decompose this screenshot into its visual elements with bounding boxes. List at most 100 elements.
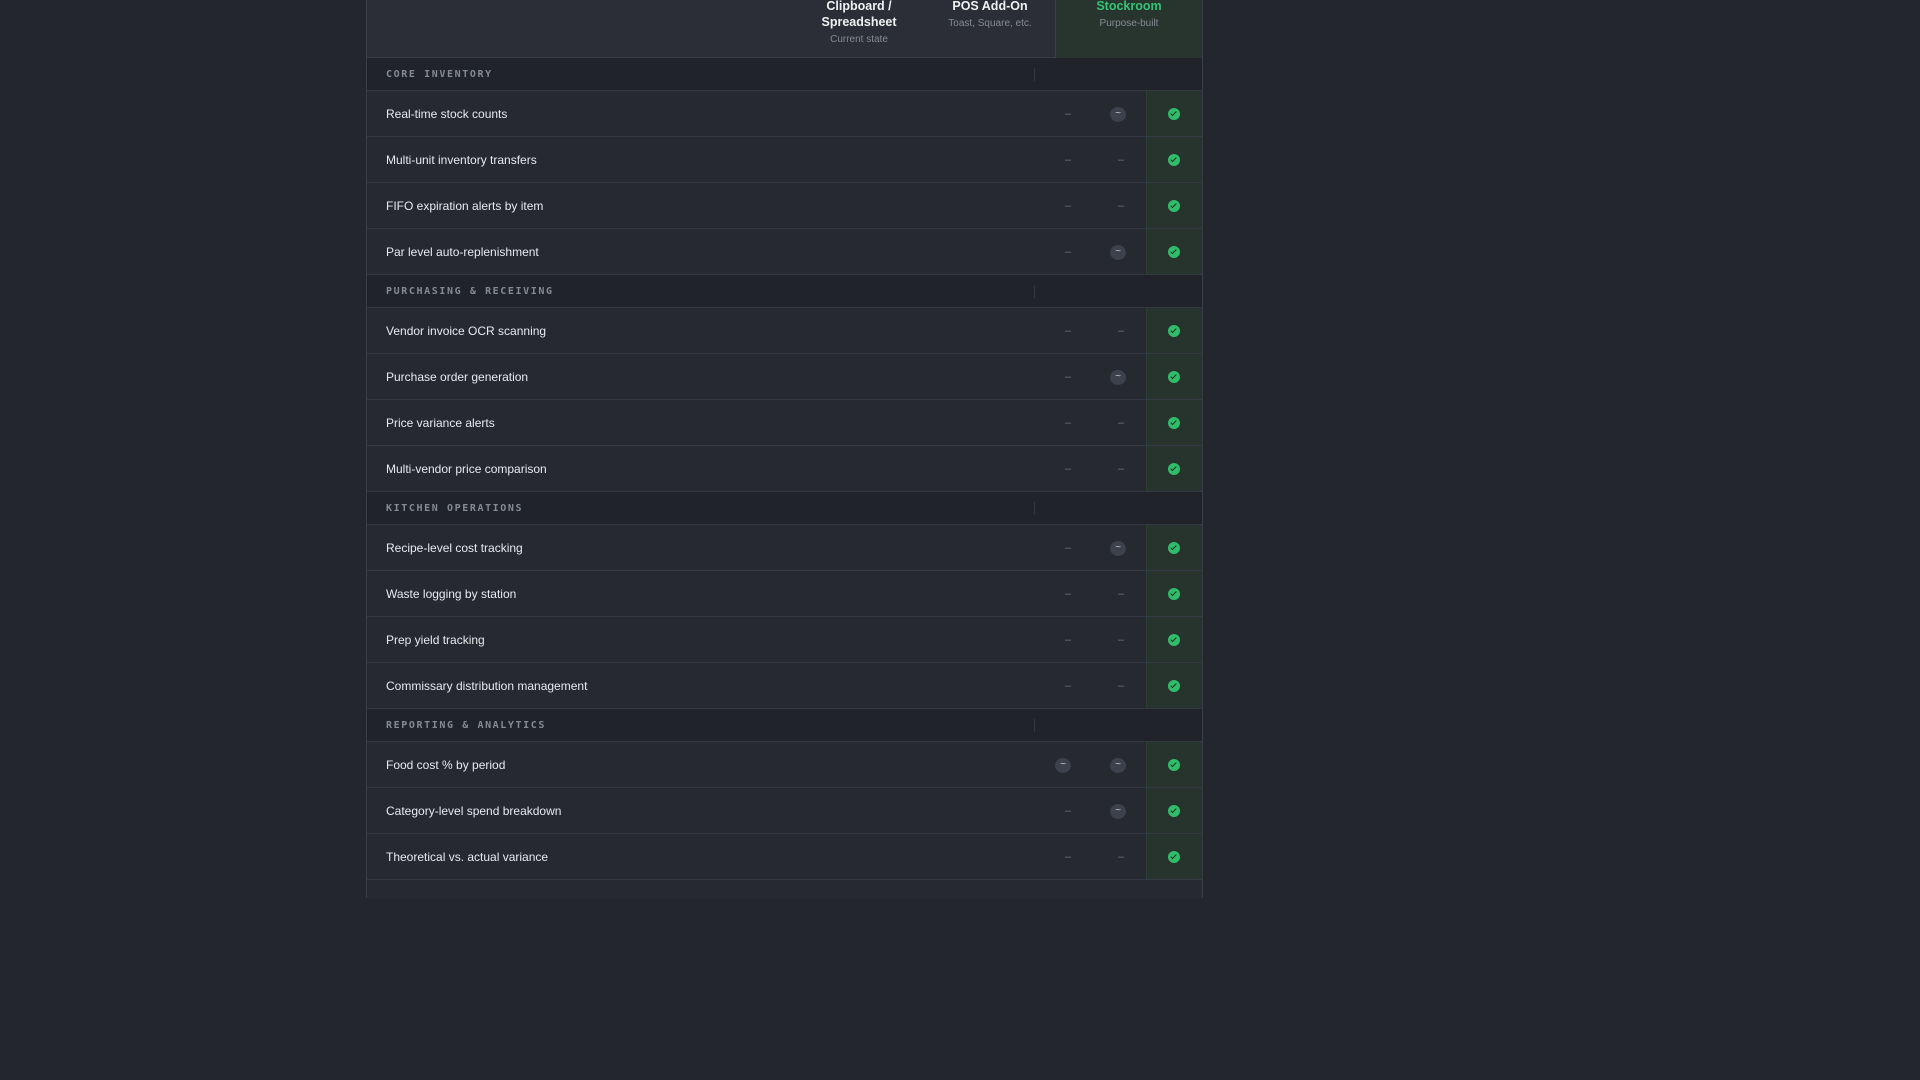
column-header-stockroom: Stockroom Purpose-built — [1055, 0, 1202, 58]
section-header: KITCHEN OPERATIONS — [367, 492, 1202, 525]
stockroom-cell — [1146, 446, 1202, 491]
stockroom-cell — [1146, 137, 1202, 182]
clipboard-none-icon: – — [1065, 154, 1072, 166]
feature-label: Food cost % by period — [386, 758, 506, 772]
column-header-pos: POS Add-On Toast, Square, etc. — [935, 0, 1045, 30]
check-icon — [1168, 200, 1180, 212]
feature-label: Price variance alerts — [386, 416, 495, 430]
clipboard-none-icon: – — [1065, 200, 1072, 212]
pos-partial-icon: ~ — [1110, 804, 1126, 819]
section-header: REPORTING & ANALYTICS — [367, 709, 1202, 742]
clipboard-partial-icon: ~ — [1055, 758, 1071, 773]
pos-none-icon: – — [1118, 851, 1125, 863]
table-header: Clipboard / Spreadsheet Current state PO… — [367, 0, 1202, 58]
stockroom-cell — [1146, 834, 1202, 879]
pos-partial-icon: ~ — [1110, 370, 1126, 385]
section-divider — [1034, 502, 1035, 515]
clipboard-none-icon: – — [1065, 325, 1072, 337]
feature-label: Multi-vendor price comparison — [386, 462, 547, 476]
pos-partial-icon: ~ — [1110, 107, 1126, 122]
column-subtitle: Toast, Square, etc. — [948, 18, 1032, 29]
table-body: CORE INVENTORY Real-time stock counts – ~ Mu… — [367, 58, 1202, 880]
pos-none-icon: – — [1118, 417, 1125, 429]
pos-none-icon: – — [1118, 154, 1125, 166]
section-title: REPORTING & ANALYTICS — [386, 720, 547, 731]
pos-partial-icon: ~ — [1110, 245, 1126, 260]
check-icon — [1168, 325, 1180, 337]
clipboard-none-icon: – — [1065, 851, 1072, 863]
column-subtitle: Purpose-built — [1099, 18, 1159, 29]
clipboard-none-icon: – — [1065, 805, 1072, 817]
column-title: POS Add-On — [952, 0, 1028, 13]
stockroom-cell — [1146, 229, 1202, 274]
pos-none-icon: – — [1118, 325, 1125, 337]
column-title: Stockroom — [1096, 0, 1162, 13]
feature-label: Commissary distribution management — [386, 679, 588, 693]
check-icon — [1168, 371, 1180, 383]
table-row: Multi-vendor price comparison – – — [367, 446, 1202, 492]
table-row: Waste logging by station – – — [367, 571, 1202, 617]
table-row: Commissary distribution management – – — [367, 663, 1202, 709]
feature-label: Purchase order generation — [386, 370, 529, 384]
feature-label: Vendor invoice OCR scanning — [386, 324, 547, 338]
clipboard-none-icon: – — [1065, 246, 1072, 258]
stockroom-column-cell — [1146, 58, 1201, 90]
check-icon — [1168, 680, 1180, 692]
pos-none-icon: – — [1118, 200, 1125, 212]
feature-label: Category-level spend breakdown — [386, 804, 562, 818]
check-icon — [1168, 634, 1180, 646]
table-row: Category-level spend breakdown – ~ — [367, 788, 1202, 834]
section-header: CORE INVENTORY — [367, 58, 1202, 91]
column-header-clipboard: Clipboard / Spreadsheet Current state — [804, 0, 914, 46]
table-row: Price variance alerts – – — [367, 400, 1202, 446]
stockroom-cell — [1146, 742, 1202, 787]
stockroom-cell — [1146, 183, 1202, 228]
table-row: Purchase order generation – ~ — [367, 354, 1202, 400]
table-row: FIFO expiration alerts by item – – — [367, 183, 1202, 229]
table-row: Recipe-level cost tracking – ~ — [367, 525, 1202, 571]
section-title: KITCHEN OPERATIONS — [386, 503, 524, 514]
stockroom-column-cell — [1146, 275, 1201, 307]
section-header: PURCHASING & RECEIVING — [367, 275, 1202, 308]
feature-label: Multi-unit inventory transfers — [386, 153, 537, 167]
feature-label: Recipe-level cost tracking — [386, 541, 523, 555]
pos-none-icon: – — [1118, 588, 1125, 600]
comparison-table: Clipboard / Spreadsheet Current state PO… — [366, 0, 1203, 898]
feature-label: Prep yield tracking — [386, 633, 485, 647]
check-icon — [1168, 805, 1180, 817]
pos-none-icon: – — [1118, 463, 1125, 475]
check-icon — [1168, 759, 1180, 771]
check-icon — [1168, 246, 1180, 258]
pos-none-icon: – — [1118, 634, 1125, 646]
check-icon — [1168, 108, 1180, 120]
stockroom-cell — [1146, 571, 1202, 616]
stockroom-cell — [1146, 788, 1202, 833]
stockroom-cell — [1146, 354, 1202, 399]
table-row: Theoretical vs. actual variance – – — [367, 834, 1202, 880]
check-icon — [1168, 588, 1180, 600]
check-icon — [1168, 417, 1180, 429]
pos-none-icon: – — [1118, 680, 1125, 692]
stockroom-cell — [1146, 525, 1202, 570]
feature-label: Waste logging by station — [386, 587, 517, 601]
pos-partial-icon: ~ — [1110, 541, 1126, 556]
clipboard-none-icon: – — [1065, 680, 1072, 692]
feature-label: Real-time stock counts — [386, 107, 508, 121]
table-row: Par level auto-replenishment – ~ — [367, 229, 1202, 275]
section-title: CORE INVENTORY — [386, 69, 493, 80]
stockroom-cell — [1146, 308, 1202, 353]
check-icon — [1168, 463, 1180, 475]
stockroom-cell — [1146, 91, 1202, 136]
table-row: Prep yield tracking – – — [367, 617, 1202, 663]
stockroom-column-cell — [1146, 492, 1201, 524]
table-row: Real-time stock counts – ~ — [367, 91, 1202, 137]
pos-partial-icon: ~ — [1110, 758, 1126, 773]
clipboard-none-icon: – — [1065, 108, 1072, 120]
column-subtitle: Current state — [830, 34, 888, 45]
section-divider — [1034, 719, 1035, 732]
stockroom-cell — [1146, 617, 1202, 662]
clipboard-none-icon: – — [1065, 371, 1072, 383]
clipboard-none-icon: – — [1065, 588, 1072, 600]
clipboard-none-icon: – — [1065, 463, 1072, 475]
feature-label: Theoretical vs. actual variance — [386, 850, 549, 864]
